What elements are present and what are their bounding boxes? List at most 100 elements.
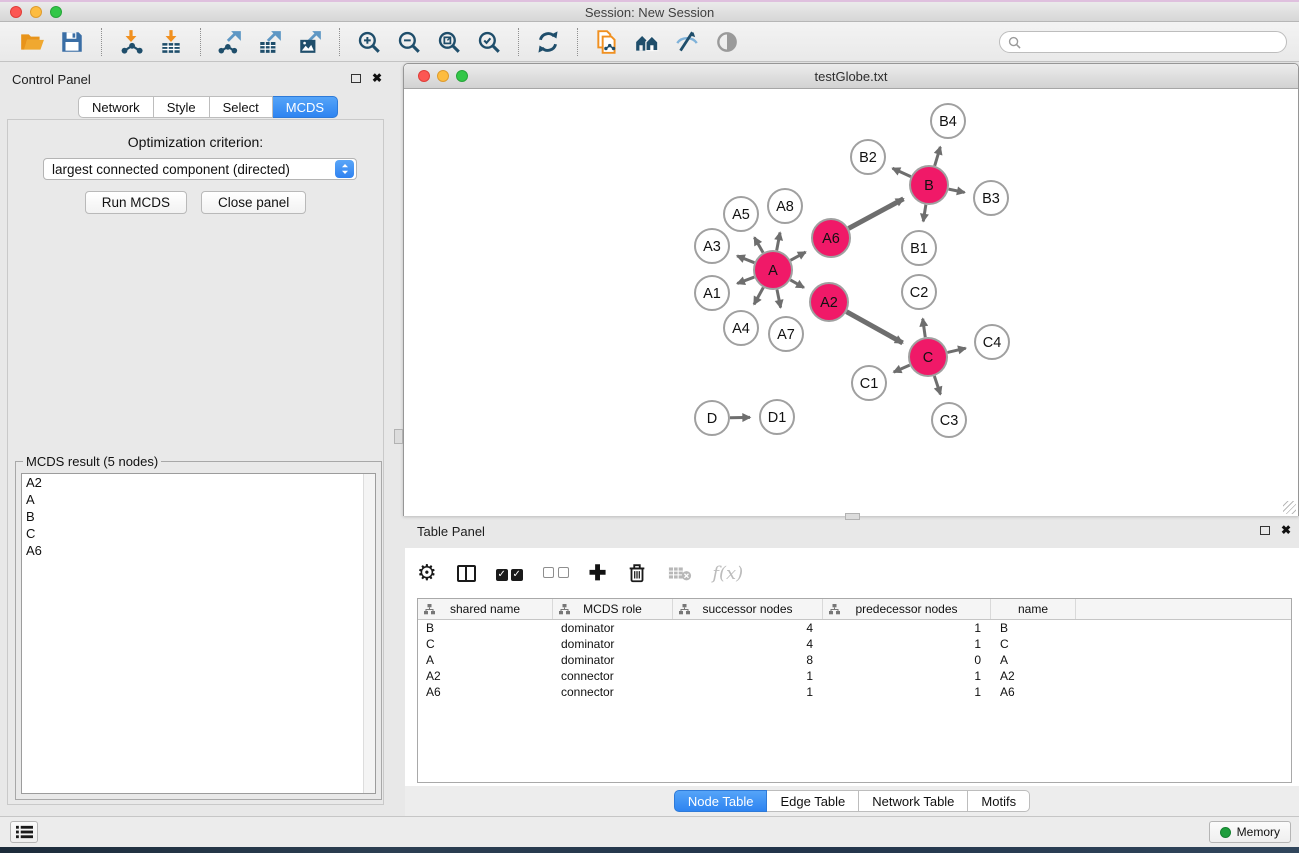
graph-edge[interactable] bbox=[934, 376, 940, 394]
graph-edge[interactable] bbox=[923, 205, 926, 222]
criterion-select[interactable]: largest connected component (directed) bbox=[43, 158, 357, 180]
graph-edge[interactable] bbox=[754, 288, 763, 305]
zoom-fit-button[interactable] bbox=[433, 26, 465, 58]
tab-mcds[interactable]: MCDS bbox=[273, 96, 338, 118]
tab-motifs[interactable]: Motifs bbox=[968, 790, 1030, 812]
column-header-mcds-role[interactable]: MCDS role bbox=[553, 599, 673, 619]
table-cell[interactable]: 1 bbox=[823, 669, 991, 683]
graph-edge[interactable] bbox=[737, 277, 754, 283]
table-cell[interactable]: connector bbox=[553, 685, 673, 699]
zoom-out-button[interactable] bbox=[393, 26, 425, 58]
graph-node-B[interactable]: B bbox=[910, 166, 948, 204]
graph-node-A7[interactable]: A7 bbox=[769, 317, 803, 351]
deselect-all-button[interactable] bbox=[543, 559, 569, 587]
table-cell[interactable]: 4 bbox=[673, 637, 823, 651]
table-cell[interactable]: B bbox=[991, 621, 1076, 635]
table-row[interactable]: A6connector11A6 bbox=[418, 684, 1291, 700]
table-cell[interactable]: 1 bbox=[673, 669, 823, 683]
table-cell[interactable]: 1 bbox=[673, 685, 823, 699]
task-history-button[interactable] bbox=[10, 821, 38, 843]
float-table-panel-icon[interactable] bbox=[1260, 526, 1270, 535]
result-item[interactable]: B bbox=[22, 508, 375, 525]
table-cell[interactable]: C bbox=[418, 637, 553, 651]
graph-node-C3[interactable]: C3 bbox=[932, 403, 966, 437]
graph-edge[interactable] bbox=[949, 189, 965, 192]
column-header-predecessor-nodes[interactable]: predecessor nodes bbox=[823, 599, 991, 619]
import-table-button[interactable] bbox=[155, 26, 187, 58]
graph-node-B1[interactable]: B1 bbox=[902, 231, 936, 265]
result-item[interactable]: A2 bbox=[22, 474, 375, 491]
function-builder-button[interactable]: f(x) bbox=[712, 559, 743, 587]
graph-edge[interactable] bbox=[777, 290, 781, 308]
run-mcds-button[interactable]: Run MCDS bbox=[85, 191, 187, 214]
graph-edge[interactable] bbox=[947, 348, 965, 352]
table-cell[interactable]: A2 bbox=[991, 669, 1076, 683]
table-cell[interactable]: dominator bbox=[553, 621, 673, 635]
window-resize-grip[interactable] bbox=[1283, 501, 1296, 514]
search-input[interactable] bbox=[1026, 35, 1278, 49]
show-columns-button[interactable] bbox=[457, 559, 476, 587]
graph-node-A6[interactable]: A6 bbox=[812, 219, 850, 257]
export-network-button[interactable] bbox=[214, 26, 246, 58]
tab-select[interactable]: Select bbox=[210, 96, 273, 118]
table-cell[interactable]: 0 bbox=[823, 653, 991, 667]
close-panel-button[interactable]: Close panel bbox=[201, 191, 306, 214]
delete-column-button[interactable] bbox=[626, 559, 648, 587]
result-item[interactable]: A6 bbox=[22, 542, 375, 559]
column-header-successor-nodes[interactable]: successor nodes bbox=[673, 599, 823, 619]
column-header-shared-name[interactable]: shared name bbox=[418, 599, 553, 619]
table-cell[interactable]: connector bbox=[553, 669, 673, 683]
table-cell[interactable]: A6 bbox=[991, 685, 1076, 699]
result-item[interactable]: A bbox=[22, 491, 375, 508]
table-cell[interactable]: 8 bbox=[673, 653, 823, 667]
tab-style[interactable]: Style bbox=[154, 96, 210, 118]
graph-node-A3[interactable]: A3 bbox=[695, 229, 729, 263]
tab-edge-table[interactable]: Edge Table bbox=[767, 790, 859, 812]
vertical-divider-grabber[interactable] bbox=[394, 429, 403, 444]
table-cell[interactable]: dominator bbox=[553, 637, 673, 651]
float-panel-icon[interactable] bbox=[351, 74, 361, 83]
save-session-button[interactable] bbox=[56, 26, 88, 58]
table-cell[interactable]: dominator bbox=[553, 653, 673, 667]
result-scrollbar[interactable] bbox=[363, 474, 375, 793]
graph-edge[interactable] bbox=[935, 147, 941, 166]
graph-edge[interactable] bbox=[923, 319, 926, 337]
graph-node-B3[interactable]: B3 bbox=[974, 181, 1008, 215]
export-image-button[interactable] bbox=[294, 26, 326, 58]
graph-node-A[interactable]: A bbox=[754, 251, 792, 289]
table-row[interactable]: A2connector11A2 bbox=[418, 668, 1291, 684]
tab-network[interactable]: Network bbox=[78, 96, 154, 118]
graph-edge[interactable] bbox=[849, 199, 904, 229]
graph-edge[interactable] bbox=[754, 237, 763, 252]
home-button[interactable] bbox=[631, 26, 663, 58]
network-window-titlebar[interactable]: testGlobe.txt bbox=[404, 64, 1298, 89]
refresh-button[interactable] bbox=[532, 26, 564, 58]
open-session-button[interactable] bbox=[16, 26, 48, 58]
horizontal-divider-grabber[interactable] bbox=[845, 513, 860, 520]
graph-node-B4[interactable]: B4 bbox=[931, 104, 965, 138]
zoom-in-button[interactable] bbox=[353, 26, 385, 58]
table-cell[interactable]: 1 bbox=[823, 637, 991, 651]
table-cell[interactable]: 1 bbox=[823, 621, 991, 635]
network-canvas[interactable]: AA1A2A3A4A5A6A7A8BB1B2B3B4CC1C2C3C4DD1 bbox=[404, 89, 1298, 516]
table-cell[interactable]: C bbox=[991, 637, 1076, 651]
import-network-button[interactable] bbox=[115, 26, 147, 58]
table-cell[interactable]: 1 bbox=[823, 685, 991, 699]
export-table-button[interactable] bbox=[254, 26, 286, 58]
graph-edge[interactable] bbox=[846, 312, 902, 343]
close-panel-icon[interactable]: ✖ bbox=[372, 72, 382, 84]
graph-node-C2[interactable]: C2 bbox=[902, 275, 936, 309]
table-row[interactable]: Adominator80A bbox=[418, 652, 1291, 668]
graph-node-C4[interactable]: C4 bbox=[975, 325, 1009, 359]
zoom-selected-button[interactable] bbox=[473, 26, 505, 58]
hide-graphics-button[interactable] bbox=[671, 26, 703, 58]
table-row[interactable]: Cdominator41C bbox=[418, 636, 1291, 652]
tab-network-table[interactable]: Network Table bbox=[859, 790, 968, 812]
add-column-button[interactable]: ✚ bbox=[589, 559, 607, 587]
graph-node-A4[interactable]: A4 bbox=[724, 311, 758, 345]
graph-edge[interactable] bbox=[791, 252, 806, 260]
table-cell[interactable]: 4 bbox=[673, 621, 823, 635]
memory-button[interactable]: Memory bbox=[1209, 821, 1291, 843]
table-row[interactable]: Bdominator41B bbox=[418, 620, 1291, 636]
graph-node-A2[interactable]: A2 bbox=[810, 283, 848, 321]
